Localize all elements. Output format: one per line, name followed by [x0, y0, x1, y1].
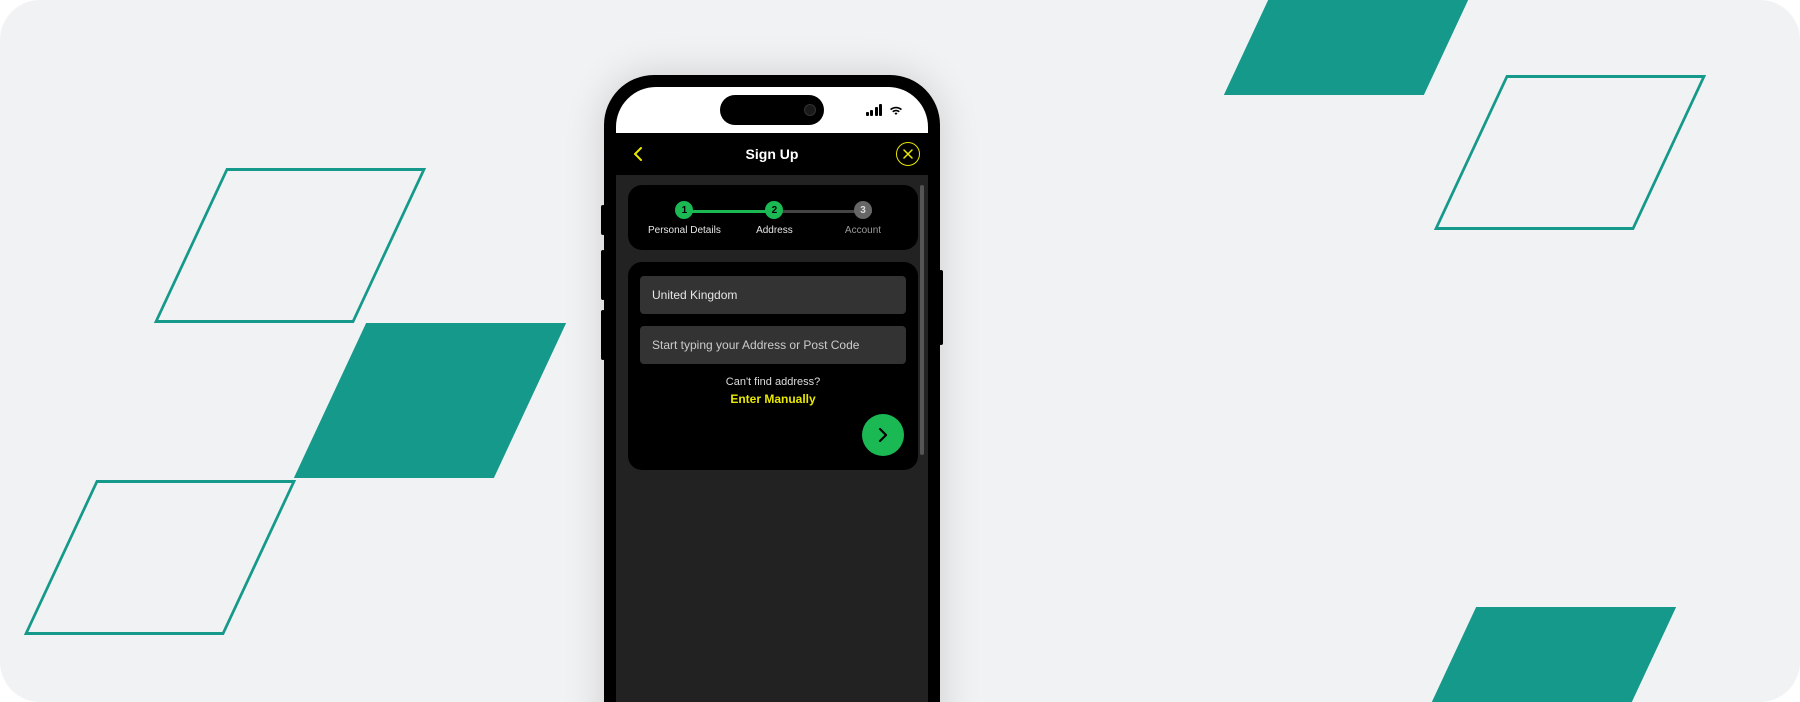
step-address: 2 Address: [739, 201, 809, 236]
close-icon: [903, 149, 913, 159]
front-camera: [804, 104, 816, 116]
chevron-left-icon: [633, 147, 643, 161]
step-number: 2: [765, 201, 783, 219]
back-button[interactable]: [624, 140, 652, 168]
phone-screen: Sign Up 1 Personal Details: [616, 87, 928, 702]
step-label: Account: [845, 225, 881, 236]
address-form-panel: United Kingdom Start typing your Address…: [628, 262, 918, 470]
chevron-right-icon: [878, 428, 888, 442]
enter-manually-link[interactable]: Enter Manually: [640, 392, 906, 406]
app-body: 1 Personal Details 2 Address 3 Account: [616, 175, 928, 702]
step-personal-details: 1 Personal Details: [648, 201, 721, 236]
status-icons: [866, 104, 905, 116]
phone-side-button: [601, 205, 605, 235]
next-button[interactable]: [862, 414, 904, 456]
decor-shape: [294, 323, 566, 478]
decor-shape: [1224, 0, 1496, 95]
dynamic-island: [720, 95, 824, 125]
phone-side-button: [601, 310, 605, 360]
step-label: Address: [756, 225, 793, 236]
decor-shape: [24, 480, 296, 635]
page-title: Sign Up: [746, 146, 799, 162]
country-field[interactable]: United Kingdom: [640, 276, 906, 314]
step-number: 3: [854, 201, 872, 219]
phone-side-button: [601, 250, 605, 300]
background-card: Sign Up 1 Personal Details: [0, 0, 1800, 702]
address-input[interactable]: Start typing your Address or Post Code: [640, 326, 906, 364]
phone-frame: Sign Up 1 Personal Details: [604, 75, 940, 702]
progress-stepper: 1 Personal Details 2 Address 3 Account: [640, 199, 906, 236]
step-account: 3 Account: [828, 201, 898, 236]
decor-shape: [154, 168, 426, 323]
phone-side-button: [939, 270, 943, 345]
close-button[interactable]: [896, 142, 920, 166]
app-container: Sign Up 1 Personal Details: [616, 133, 928, 702]
step-number: 1: [675, 201, 693, 219]
stepper-panel: 1 Personal Details 2 Address 3 Account: [628, 185, 918, 250]
wifi-icon: [888, 104, 904, 116]
app-header: Sign Up: [616, 133, 928, 175]
cant-find-text: Can't find address?: [640, 376, 906, 388]
status-bar: [616, 87, 928, 133]
decor-shape: [1434, 75, 1706, 230]
decor-shape: [1404, 607, 1676, 702]
cellular-signal-icon: [866, 104, 883, 116]
step-label: Personal Details: [648, 225, 721, 236]
scrollbar[interactable]: [920, 185, 924, 455]
